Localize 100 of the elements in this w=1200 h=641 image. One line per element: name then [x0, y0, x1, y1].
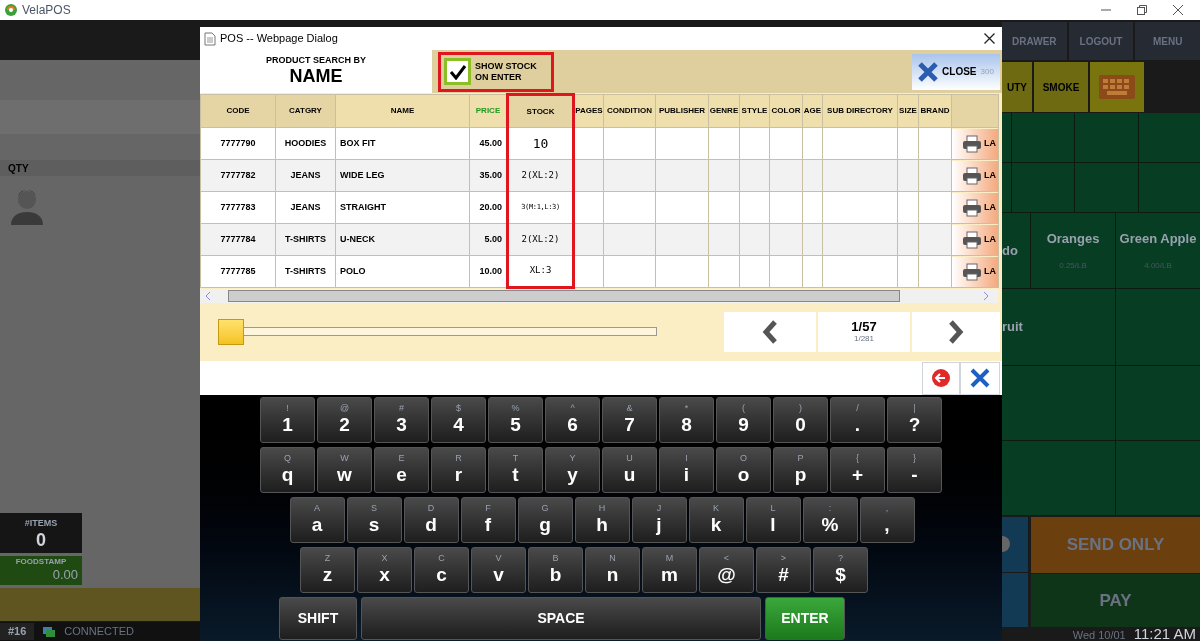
- key[interactable]: A a: [289, 497, 345, 543]
- key[interactable]: } -: [887, 447, 942, 493]
- network-icon: [42, 625, 57, 638]
- key[interactable]: S s: [346, 497, 402, 543]
- column-header: PRICE: [469, 94, 508, 128]
- key[interactable]: U u: [602, 447, 657, 493]
- product-tile[interactable]: [1116, 366, 1200, 440]
- product-tile[interactable]: [1075, 113, 1138, 162]
- search-mode-box[interactable]: PRODUCT SEARCH BY NAME: [200, 50, 432, 93]
- page-number: 1/57: [851, 319, 877, 333]
- show-stock-option[interactable]: SHOW STOCK ON ENTER: [438, 51, 554, 92]
- key[interactable]: L l: [745, 497, 801, 543]
- key[interactable]: M m: [642, 547, 697, 593]
- clear-button[interactable]: [960, 361, 1000, 395]
- key[interactable]: ) 0: [773, 397, 828, 443]
- key[interactable]: | ?: [887, 397, 942, 443]
- key[interactable]: # 3: [374, 397, 429, 443]
- label-button[interactable]: LA: [952, 224, 999, 255]
- side-button[interactable]: [1002, 517, 1028, 572]
- table-cell: T-SHIRTS: [275, 223, 336, 256]
- product-tile[interactable]: [1002, 366, 1115, 440]
- previous-page-button[interactable]: [724, 312, 816, 352]
- horizontal-scrollbar[interactable]: [200, 289, 998, 303]
- side-button[interactable]: [1002, 572, 1028, 627]
- product-tile[interactable]: do: [1002, 213, 1030, 288]
- key[interactable]: N n: [585, 547, 640, 593]
- scroll-left-icon: [204, 291, 212, 301]
- product-tile[interactable]: [1012, 163, 1074, 212]
- product-tile[interactable]: [1116, 441, 1200, 515]
- key[interactable]: Y y: [545, 447, 600, 493]
- key[interactable]: E e: [374, 447, 429, 493]
- key[interactable]: / .: [830, 397, 885, 443]
- key[interactable]: ! 1: [260, 397, 315, 443]
- key[interactable]: Z z: [300, 547, 355, 593]
- product-tile[interactable]: [1002, 441, 1115, 515]
- key[interactable]: V v: [471, 547, 526, 593]
- column-header: GENRE: [708, 94, 740, 128]
- key[interactable]: < @: [699, 547, 754, 593]
- next-page-button[interactable]: [912, 312, 1000, 352]
- product-tile[interactable]: [1139, 113, 1200, 162]
- key[interactable]: G g: [517, 497, 573, 543]
- key[interactable]: , ,: [859, 497, 915, 543]
- product-tile[interactable]: Green Apple 4.00/LB: [1116, 213, 1200, 288]
- key[interactable]: F f: [460, 497, 516, 543]
- date-text: Wed 10/01: [1072, 630, 1126, 641]
- key[interactable]: % 5: [488, 397, 543, 443]
- key[interactable]: I i: [659, 447, 714, 493]
- key[interactable]: D d: [403, 497, 459, 543]
- shift-key[interactable]: SHIFT: [279, 597, 357, 640]
- key[interactable]: C c: [414, 547, 469, 593]
- key[interactable]: { +: [830, 447, 885, 493]
- label-button[interactable]: LA: [952, 256, 999, 287]
- clear-icon: [970, 368, 990, 388]
- product-tile[interactable]: ruit: [1002, 289, 1115, 365]
- product-tile[interactable]: [1002, 113, 1011, 162]
- key[interactable]: > #: [756, 547, 811, 593]
- label-button[interactable]: LA: [952, 192, 999, 223]
- label-button[interactable]: LA: [952, 128, 999, 159]
- key[interactable]: X x: [357, 547, 412, 593]
- checkbox[interactable]: [444, 58, 471, 85]
- category-button[interactable]: UTY: [1002, 62, 1032, 112]
- key[interactable]: $ 4: [431, 397, 486, 443]
- product-name: ruit: [1002, 318, 1023, 337]
- key[interactable]: @ 2: [317, 397, 372, 443]
- product-tile[interactable]: [1002, 163, 1011, 212]
- search-field[interactable]: [200, 361, 1002, 395]
- key[interactable]: & 7: [602, 397, 657, 443]
- key[interactable]: J j: [631, 497, 687, 543]
- close-icon: [918, 61, 939, 82]
- key[interactable]: ? $: [813, 547, 868, 593]
- key[interactable]: Q q: [260, 447, 315, 493]
- category-button[interactable]: SMOKE: [1034, 62, 1088, 112]
- close-icon: [983, 33, 995, 44]
- key[interactable]: T t: [488, 447, 543, 493]
- scrollbar-thumb[interactable]: [228, 290, 900, 302]
- key[interactable]: W w: [317, 447, 372, 493]
- product-tile[interactable]: [1139, 163, 1200, 212]
- key[interactable]: ( 9: [716, 397, 771, 443]
- key[interactable]: H h: [574, 497, 630, 543]
- slider-thumb[interactable]: [218, 319, 244, 345]
- key[interactable]: P p: [773, 447, 828, 493]
- search-caption: PRODUCT SEARCH BY: [266, 55, 366, 65]
- table-cell: WIDE LEG: [335, 159, 470, 192]
- product-tile[interactable]: [1012, 113, 1074, 162]
- space-key[interactable]: SPACE: [361, 597, 761, 640]
- keyboard-button[interactable]: [1090, 62, 1144, 112]
- key[interactable]: * 8: [659, 397, 714, 443]
- key[interactable]: ^ 6: [545, 397, 600, 443]
- key[interactable]: R r: [431, 447, 486, 493]
- enter-key[interactable]: ENTER: [765, 597, 845, 640]
- product-tile[interactable]: [1075, 163, 1138, 212]
- foodstamp-label: FOODSTAMP: [15, 556, 67, 568]
- label-button[interactable]: LA: [952, 160, 999, 191]
- slider[interactable]: [218, 319, 657, 345]
- key[interactable]: B b: [528, 547, 583, 593]
- key[interactable]: O o: [716, 447, 771, 493]
- product-tile[interactable]: [1116, 289, 1200, 365]
- key[interactable]: K k: [688, 497, 744, 543]
- backspace-button[interactable]: [922, 361, 960, 395]
- key[interactable]: : %: [802, 497, 858, 543]
